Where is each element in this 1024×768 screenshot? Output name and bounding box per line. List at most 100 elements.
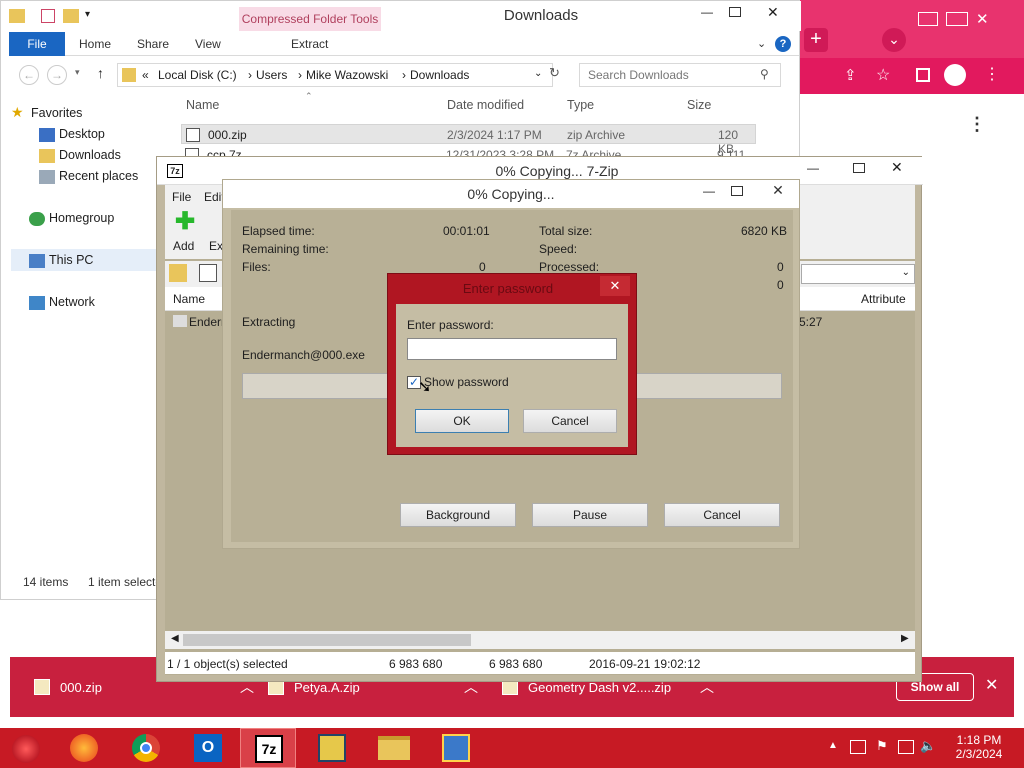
profile-avatar-icon[interactable] [944, 64, 966, 86]
close-icon[interactable]: ✕ [891, 159, 903, 176]
start-button[interactable] [0, 728, 56, 768]
action-center-flag-icon[interactable]: ⚑ [876, 738, 888, 754]
network-tray-icon[interactable] [850, 740, 866, 754]
taskbar-explorer[interactable] [366, 728, 422, 768]
nav-this-pc[interactable]: This PC [29, 253, 93, 268]
elapsed-label: Elapsed time: [242, 224, 315, 238]
taskbar-chrome[interactable] [118, 728, 174, 768]
clock[interactable]: 1:18 PM 2/3/2024 [944, 733, 1014, 761]
maximize-icon[interactable] [731, 186, 743, 196]
7zip-app-icon: 7z [167, 164, 183, 178]
refresh-icon[interactable]: ↻ [549, 65, 560, 81]
bookmark-star-icon[interactable]: ☆ [876, 65, 890, 85]
nav-label: Network [49, 295, 95, 309]
address-segment[interactable]: Mike Wazowski [306, 68, 388, 82]
back-icon[interactable]: ← [19, 65, 39, 85]
new-tab-icon[interactable]: + [804, 28, 828, 52]
tab-share[interactable]: Share [137, 32, 169, 56]
forward-icon[interactable]: → [47, 65, 67, 85]
maximize-icon[interactable] [853, 163, 865, 173]
password-titlebar: Enter password ✕ [388, 274, 636, 302]
taskbar-firefox[interactable] [56, 728, 112, 768]
tab-extract[interactable]: Extract [291, 32, 328, 56]
minimize-icon[interactable]: — [701, 5, 713, 19]
nav-downloads[interactable]: Downloads [39, 148, 121, 163]
column-header-attributes[interactable]: Attribute [861, 292, 906, 306]
ok-button[interactable]: OK [415, 409, 509, 433]
expand-ribbon-icon[interactable]: ⌄ [757, 32, 766, 56]
close-icon[interactable]: ✕ [763, 182, 793, 202]
pause-button[interactable]: Pause [532, 503, 648, 527]
chevron-down-icon[interactable]: ⌄ [902, 267, 910, 278]
scroll-left-icon[interactable]: ◀ [171, 633, 179, 644]
folder-icon [9, 9, 25, 23]
column-header-date[interactable]: Date modified [447, 98, 524, 112]
nav-recent-places[interactable]: Recent places [39, 169, 138, 184]
up-folder-icon[interactable] [169, 264, 187, 282]
add-label[interactable]: Add [173, 239, 194, 253]
nav-favorites[interactable]: ★ Favorites [11, 104, 82, 120]
volume-muted-icon[interactable]: 🔈 [920, 738, 936, 754]
help-icon[interactable]: ? [775, 36, 791, 52]
address-segment[interactable]: Users [256, 68, 287, 82]
maximize-icon[interactable] [729, 7, 741, 17]
scrollbar-thumb[interactable] [183, 634, 471, 646]
close-icon[interactable]: ✕ [767, 4, 779, 21]
share-icon[interactable]: ⇪ [844, 66, 857, 84]
column-header-name[interactable]: Name [173, 292, 205, 306]
desktop-icon [39, 128, 55, 142]
file-date: 2/3/2024 1:17 PM [447, 128, 542, 142]
display-tray-icon[interactable] [898, 740, 914, 754]
address-dropdown-icon[interactable]: ⌄ [534, 68, 542, 79]
taskbar-7zip[interactable]: 7z [240, 728, 296, 768]
properties-icon[interactable] [41, 9, 55, 23]
add-icon[interactable]: ✚ [175, 210, 195, 234]
search-icon[interactable]: ⚲ [760, 67, 769, 81]
column-header-size[interactable]: Size [687, 98, 711, 112]
cancel-button[interactable]: Cancel [664, 503, 780, 527]
minimize-icon[interactable] [918, 12, 938, 26]
tab-view[interactable]: View [195, 32, 221, 56]
background-button[interactable]: Background [400, 503, 516, 527]
side-panel-icon[interactable] [916, 68, 930, 82]
nav-homegroup[interactable]: Homegroup [29, 211, 115, 226]
close-download-bar-icon[interactable]: ✕ [985, 675, 998, 695]
quick-access-dropdown-icon[interactable]: ▾ [85, 9, 90, 20]
7zip-icon: 7z [255, 735, 283, 763]
nav-label: Homegroup [49, 211, 115, 225]
address-segment[interactable]: Downloads [410, 68, 469, 82]
column-header-name[interactable]: Name [186, 98, 219, 112]
taskbar-outlook[interactable]: O [180, 728, 236, 768]
nav-desktop[interactable]: Desktop [39, 127, 105, 142]
minimize-icon[interactable]: — [703, 184, 715, 198]
show-hidden-icons-icon[interactable]: ▲ [828, 740, 838, 751]
restore-icon[interactable] [946, 12, 968, 26]
clock-date: 2/3/2024 [955, 747, 1003, 761]
menu-file[interactable]: File [172, 190, 191, 204]
taskbar-winrar[interactable] [304, 728, 360, 768]
nav-network[interactable]: Network [29, 295, 95, 310]
recent-locations-icon[interactable]: ▾ [75, 67, 80, 78]
file-row[interactable]: 000.zip 2/3/2024 1:17 PM zip Archive 120… [181, 124, 756, 156]
page-menu-icon[interactable]: ⋮ [968, 114, 986, 135]
path-dropdown[interactable]: ⌄ [801, 264, 915, 284]
address-segment[interactable]: Local Disk (C:) [158, 68, 237, 82]
tab-home[interactable]: Home [79, 32, 111, 56]
chrome-menu-icon[interactable]: ⋮ [984, 64, 1000, 84]
column-header-type[interactable]: Type [567, 98, 594, 112]
cancel-button[interactable]: Cancel [523, 409, 617, 433]
tab-search-icon[interactable]: ⌄ [882, 28, 906, 52]
minimize-icon[interactable]: — [807, 161, 819, 175]
search-box[interactable]: Search Downloads ⚲ [579, 63, 781, 87]
close-icon[interactable]: ✕ [600, 276, 630, 296]
up-icon[interactable]: ↑ [97, 65, 104, 81]
close-icon[interactable]: ✕ [976, 10, 989, 28]
taskbar-app[interactable] [428, 728, 484, 768]
scroll-right-icon[interactable]: ▶ [901, 633, 909, 644]
password-input[interactable] [407, 338, 617, 360]
show-password-label[interactable]: Show password [424, 375, 509, 389]
tab-file[interactable]: File [9, 32, 65, 56]
address-bar[interactable]: « Local Disk (C:) › Users › Mike Wazowsk… [117, 63, 553, 87]
new-folder-icon[interactable] [63, 9, 79, 23]
horizontal-scrollbar[interactable]: ◀ ▶ [165, 631, 915, 649]
